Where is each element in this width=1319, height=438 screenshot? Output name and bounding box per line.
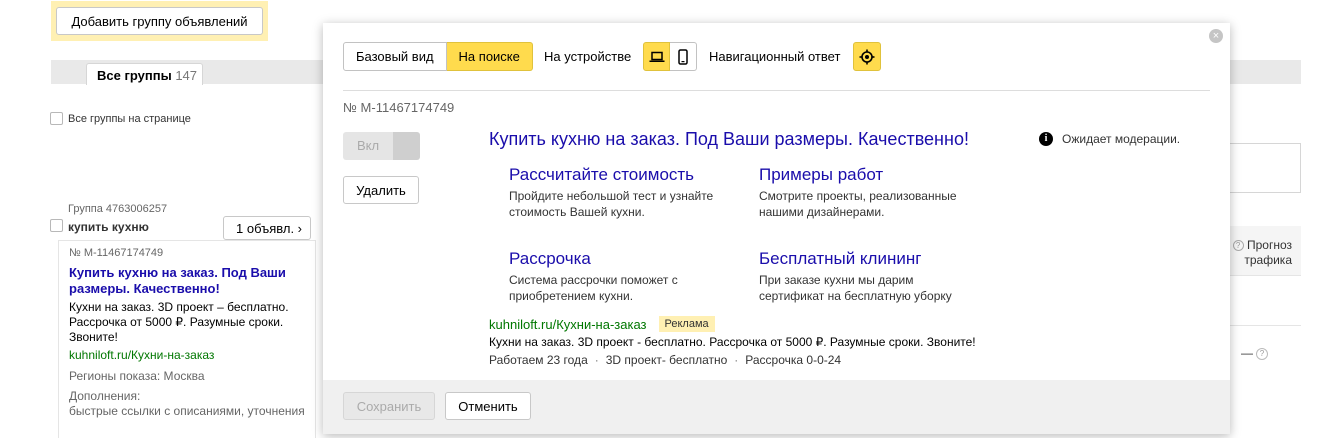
callout-separator: · [734, 353, 739, 367]
ad-number: № M-11467174749 [69, 247, 164, 259]
tab-all-groups-label: Все группы [97, 68, 172, 83]
moderation-status-text: Ожидает модерации. [1062, 132, 1181, 146]
serp-callouts: Работаем 23 года · 3D проект- бесплатно · Ра… [489, 353, 841, 367]
sitelink-description: Пройдите небольшой тест и узнайте стоимо… [509, 189, 714, 219]
device-switch [643, 42, 697, 71]
group-name[interactable]: купить кухню [68, 220, 149, 234]
modal-ad-number: № M-11467174749 [343, 100, 455, 115]
ad-extras-label: Дополнения: [69, 389, 141, 403]
callout: Работаем 23 года [489, 353, 588, 367]
select-all-groups-checkbox[interactable] [50, 112, 63, 125]
delete-ad-button[interactable]: Удалить [343, 176, 419, 204]
callout: 3D проект- бесплатно [605, 353, 728, 367]
add-group-highlight: Добавить группу объявлений [51, 1, 268, 41]
ad-regions: Регионы показа: Москва [69, 369, 205, 383]
ads-count-button[interactable]: 1 объявл. › [223, 216, 311, 240]
sitelink-description: Система рассрочки поможет с приобретение… [509, 273, 678, 303]
callout-separator: · [594, 353, 599, 367]
view-switch: Базовый вид На поиске [343, 42, 533, 71]
help-icon[interactable]: ? [1256, 348, 1268, 360]
desktop-device-button[interactable] [643, 42, 670, 71]
nav-answer-button[interactable] [853, 42, 881, 71]
callout: Рассрочка 0-0-24 [745, 353, 842, 367]
toggle-on-label: Вкл [343, 132, 393, 160]
add-ad-group-button[interactable]: Добавить группу объявлений [56, 7, 263, 35]
sitelink-title[interactable]: Рассчитайте стоимость [509, 165, 729, 185]
ad-extras: быстрые ссылки с описаниями, уточнения [69, 404, 305, 418]
ad-enable-toggle[interactable]: Вкл [343, 132, 420, 160]
ad-url[interactable]: kuhniloft.ru/Кухни-на-заказ [69, 348, 305, 362]
forecast-value: — [1241, 346, 1253, 360]
laptop-icon [649, 51, 664, 62]
view-search-button[interactable]: На поиске [446, 42, 533, 71]
ad-badge: Реклама [658, 316, 715, 332]
mobile-device-button[interactable] [670, 42, 697, 71]
tab-all-groups[interactable]: Все группы 147 [86, 63, 203, 85]
cancel-button[interactable]: Отменить [445, 392, 531, 420]
view-basic-button[interactable]: Базовый вид [343, 42, 447, 71]
target-icon [859, 49, 875, 64]
save-button[interactable]: Сохранить [343, 392, 435, 420]
toggle-knob [393, 132, 420, 160]
group-id: Группа 4763006257 [68, 203, 168, 215]
forecast-column-header: ? Прогноз трафика [1228, 238, 1292, 268]
forecast-label: Прогноз трафика [1244, 238, 1292, 267]
phone-icon [678, 48, 688, 65]
sitelink-description: Смотрите проекты, реализованные нашими д… [759, 189, 957, 219]
help-icon[interactable]: ? [1232, 240, 1244, 251]
sitelink-title[interactable]: Примеры работ [759, 165, 979, 185]
sitelink-description: При заказе кухни мы дарим сертификат на … [759, 273, 952, 303]
sitelink: Рассчитайте стоимость Пройдите небольшой… [509, 165, 729, 220]
modal-divider [343, 90, 1210, 91]
sitelink: Бесплатный клининг При заказе кухни мы д… [759, 249, 979, 304]
row-divider [1228, 325, 1301, 326]
nav-answer-label: Навигационный ответ [709, 49, 841, 64]
close-icon[interactable]: × [1209, 29, 1223, 43]
ad-title[interactable]: Купить кухню на заказ. Под Ваши размеры.… [69, 265, 305, 297]
serp-ad-text: Кухни на заказ. 3D проект - бесплатно. Р… [489, 335, 976, 349]
group-checkbox[interactable] [50, 219, 63, 232]
ad-preview-card: № M-11467174749 Купить кухню на заказ. П… [58, 240, 316, 438]
tab-all-groups-count: 147 [175, 68, 198, 83]
select-all-groups-label: Все группы на странице [68, 113, 191, 125]
ad-text: Кухни на заказ. 3D проект – бесплатно. Р… [69, 300, 289, 344]
forecast-cell: —? [1241, 346, 1268, 360]
sitelink: Примеры работ Смотрите проекты, реализов… [759, 165, 979, 220]
device-label: На устройстве [544, 49, 632, 64]
sitelink: Рассрочка Система рассрочки поможет с пр… [509, 249, 729, 304]
ad-preview-modal: × Базовый вид На поиске На устройстве На… [323, 23, 1230, 434]
serp-url-row: kuhniloft.ru/Кухни-на-заказ Реклама [489, 316, 715, 332]
sitelink-title[interactable]: Бесплатный клининг [759, 249, 979, 269]
modal-footer: Сохранить Отменить [323, 380, 1230, 434]
sitelink-title[interactable]: Рассрочка [509, 249, 729, 269]
serp-ad-title[interactable]: Купить кухню на заказ. Под Ваши размеры.… [489, 129, 969, 150]
filter-panel-edge [1228, 143, 1301, 193]
serp-ad-url[interactable]: kuhniloft.ru/Кухни-на-заказ [489, 317, 647, 332]
moderation-status: i Ожидает модерации. [1039, 132, 1180, 146]
info-icon: i [1039, 132, 1053, 146]
